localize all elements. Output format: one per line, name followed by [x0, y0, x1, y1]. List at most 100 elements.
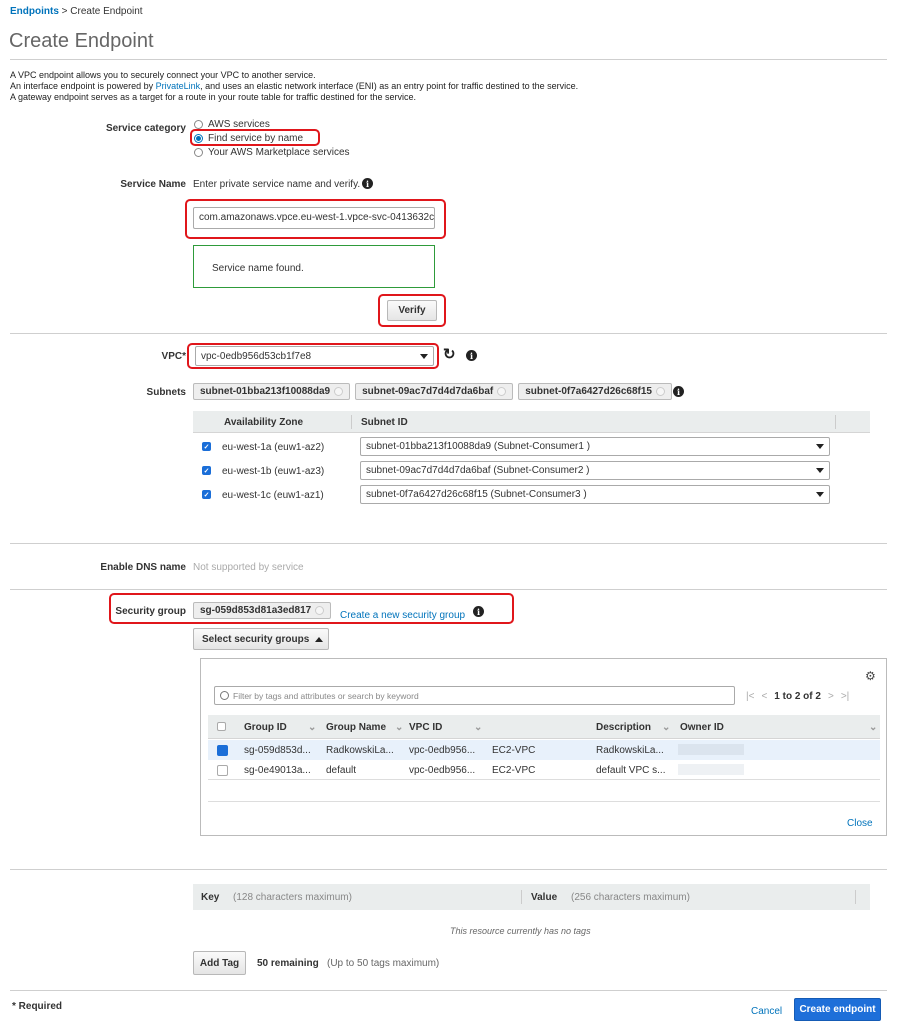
search-icon: [220, 691, 229, 700]
radio-circle[interactable]: [194, 147, 203, 157]
service-name-input[interactable]: com.amazonaws.vpce.eu-west-1.vpce-svc-04…: [193, 207, 435, 229]
checkbox-checked[interactable]: ✓: [202, 466, 211, 475]
remove-icon[interactable]: [656, 387, 665, 396]
security-group-chip[interactable]: sg-059d853d81a3ed817: [193, 602, 332, 619]
checkbox-checked[interactable]: ✓: [202, 442, 211, 451]
divider: [10, 990, 887, 991]
key-hint: (128 characters maximum): [233, 892, 352, 903]
row-checkbox[interactable]: [217, 765, 228, 776]
column-header-vpc-id[interactable]: VPC ID: [409, 722, 442, 733]
first-page-icon[interactable]: |<: [746, 691, 754, 702]
remove-icon[interactable]: [334, 387, 344, 396]
breadcrumb-separator: >: [61, 6, 68, 17]
gear-icon[interactable]: ⚙: [865, 669, 876, 683]
subnet-chip[interactable]: subnet-01bba213f10088da9: [193, 383, 351, 400]
cancel-link[interactable]: Cancel: [751, 1006, 782, 1017]
refresh-icon[interactable]: ↻: [443, 347, 456, 362]
intro-text: A VPC endpoint allows you to securely co…: [10, 70, 578, 103]
filter-placeholder: Filter by tags and attributes or search …: [233, 690, 419, 701]
chevron-down-icon: [816, 444, 824, 449]
column-header-group-name[interactable]: Group Name: [326, 722, 386, 733]
subnet-select-value: subnet-0f7a6427d26c68f15 (Subnet-Consume…: [366, 489, 587, 500]
security-groups-table-header: Group ID ⌄ Group Name ⌄ VPC ID ⌄ Descrip…: [208, 715, 880, 739]
tags-remaining-hint: (Up to 50 tags maximum): [327, 958, 440, 969]
sort-icon[interactable]: ⌄: [662, 722, 670, 733]
pagination-text: 1 to 2 of 2: [774, 691, 821, 702]
table-empty-space: [208, 780, 880, 802]
next-page-icon[interactable]: >: [828, 691, 834, 702]
highlight-find-service: [190, 129, 320, 146]
column-separator: [835, 415, 836, 429]
close-link[interactable]: Close: [847, 818, 873, 829]
remove-icon[interactable]: [315, 606, 325, 615]
vpc-select[interactable]: vpc-0edb956d53cb1f7e8: [195, 346, 434, 366]
dns-label: Enable DNS name: [100, 562, 186, 573]
required-note: * Required: [12, 1001, 63, 1012]
subnets-label: Subnets: [146, 387, 186, 398]
description-cell: RadkowskiLa...: [596, 745, 664, 756]
subnet-select[interactable]: subnet-01bba213f10088da9 (Subnet-Consume…: [360, 437, 830, 456]
chevron-down-icon: [420, 353, 428, 359]
sort-icon[interactable]: ⌄: [395, 722, 403, 733]
table-row[interactable]: ✓ eu-west-1c (euw1-az1) subnet-0f7a6427d…: [193, 484, 870, 506]
chevron-down-icon: [816, 468, 824, 473]
az-cell: eu-west-1c (euw1-az1): [222, 490, 324, 501]
verify-button[interactable]: Verify: [387, 300, 437, 321]
page-title: Create Endpoint: [9, 30, 154, 52]
column-header-owner-id[interactable]: Owner ID: [680, 722, 724, 733]
column-header-description[interactable]: Description: [596, 722, 651, 733]
select-security-groups-button[interactable]: Select security groups: [193, 628, 329, 650]
info-icon[interactable]: i: [673, 386, 684, 397]
create-security-group-link[interactable]: Create a new security group: [340, 610, 465, 621]
service-status-box: Service name found.: [193, 245, 435, 288]
table-row[interactable]: sg-0e49013a... default vpc-0edb956... EC…: [208, 760, 880, 780]
privatelink-link[interactable]: PrivateLink: [156, 81, 201, 91]
description-cell: default VPC s...: [596, 765, 666, 776]
vpc-id-cell: vpc-0edb956...: [409, 745, 476, 756]
column-separator: [521, 890, 522, 904]
divider: [10, 543, 887, 544]
table-row[interactable]: ✓ eu-west-1a (euw1-az2) subnet-01bba213f…: [193, 436, 870, 458]
filter-input[interactable]: Filter by tags and attributes or search …: [214, 686, 735, 705]
radio-circle[interactable]: [194, 119, 203, 129]
group-id-cell: sg-059d853d...: [244, 745, 311, 756]
row-checkbox-checked[interactable]: [217, 745, 228, 756]
chevron-down-icon: [816, 492, 824, 497]
security-group-chip-label: sg-059d853d81a3ed817: [200, 605, 312, 616]
radio-label: Your AWS Marketplace services: [208, 146, 350, 158]
vpc-name-cell: EC2-VPC: [492, 745, 536, 756]
column-separator: [855, 890, 856, 904]
table-row[interactable]: ✓ eu-west-1b (euw1-az3) subnet-09ac7d7d4…: [193, 460, 870, 482]
info-icon[interactable]: i: [466, 350, 477, 361]
breadcrumb-endpoints-link[interactable]: Endpoints: [10, 6, 59, 17]
subnet-select[interactable]: subnet-09ac7d7d4d7da6baf (Subnet-Consume…: [360, 461, 830, 480]
subnet-chip[interactable]: subnet-0f7a6427d26c68f15: [518, 383, 672, 400]
subnet-chip-label: subnet-0f7a6427d26c68f15: [525, 386, 652, 397]
security-group-chip-wrap: sg-059d853d81a3ed817: [193, 602, 332, 619]
sort-icon[interactable]: ⌄: [869, 722, 877, 733]
sort-icon[interactable]: ⌄: [308, 722, 316, 733]
column-header-group-id[interactable]: Group ID: [244, 722, 287, 733]
table-row[interactable]: sg-059d853d... RadkowskiLa... vpc-0edb95…: [208, 740, 880, 760]
prev-page-icon[interactable]: <: [761, 691, 767, 702]
select-security-groups-label: Select security groups: [202, 633, 310, 645]
info-icon[interactable]: i: [473, 606, 484, 617]
sort-icon[interactable]: ⌄: [474, 722, 482, 733]
radio-marketplace-services[interactable]: Your AWS Marketplace services: [194, 145, 350, 159]
vpc-label: VPC*: [161, 351, 186, 362]
subnet-chip[interactable]: subnet-09ac7d7d4d7da6baf: [355, 383, 514, 400]
info-icon[interactable]: i: [362, 178, 373, 189]
last-page-icon[interactable]: >|: [841, 691, 849, 702]
subnet-select[interactable]: subnet-0f7a6427d26c68f15 (Subnet-Consume…: [360, 485, 830, 504]
remove-icon[interactable]: [497, 387, 507, 396]
tags-empty-message: This resource currently has no tags: [450, 926, 591, 936]
checkbox-checked[interactable]: ✓: [202, 490, 211, 499]
create-endpoint-button[interactable]: Create endpoint: [794, 998, 881, 1021]
owner-id-redacted: [678, 744, 744, 755]
divider: [10, 59, 887, 60]
add-tag-button[interactable]: Add Tag: [193, 951, 246, 975]
security-group-label: Security group: [115, 606, 186, 617]
breadcrumb: Endpoints > Create Endpoint: [10, 6, 143, 17]
select-all-checkbox[interactable]: [217, 722, 226, 731]
owner-id-redacted: [678, 764, 744, 775]
